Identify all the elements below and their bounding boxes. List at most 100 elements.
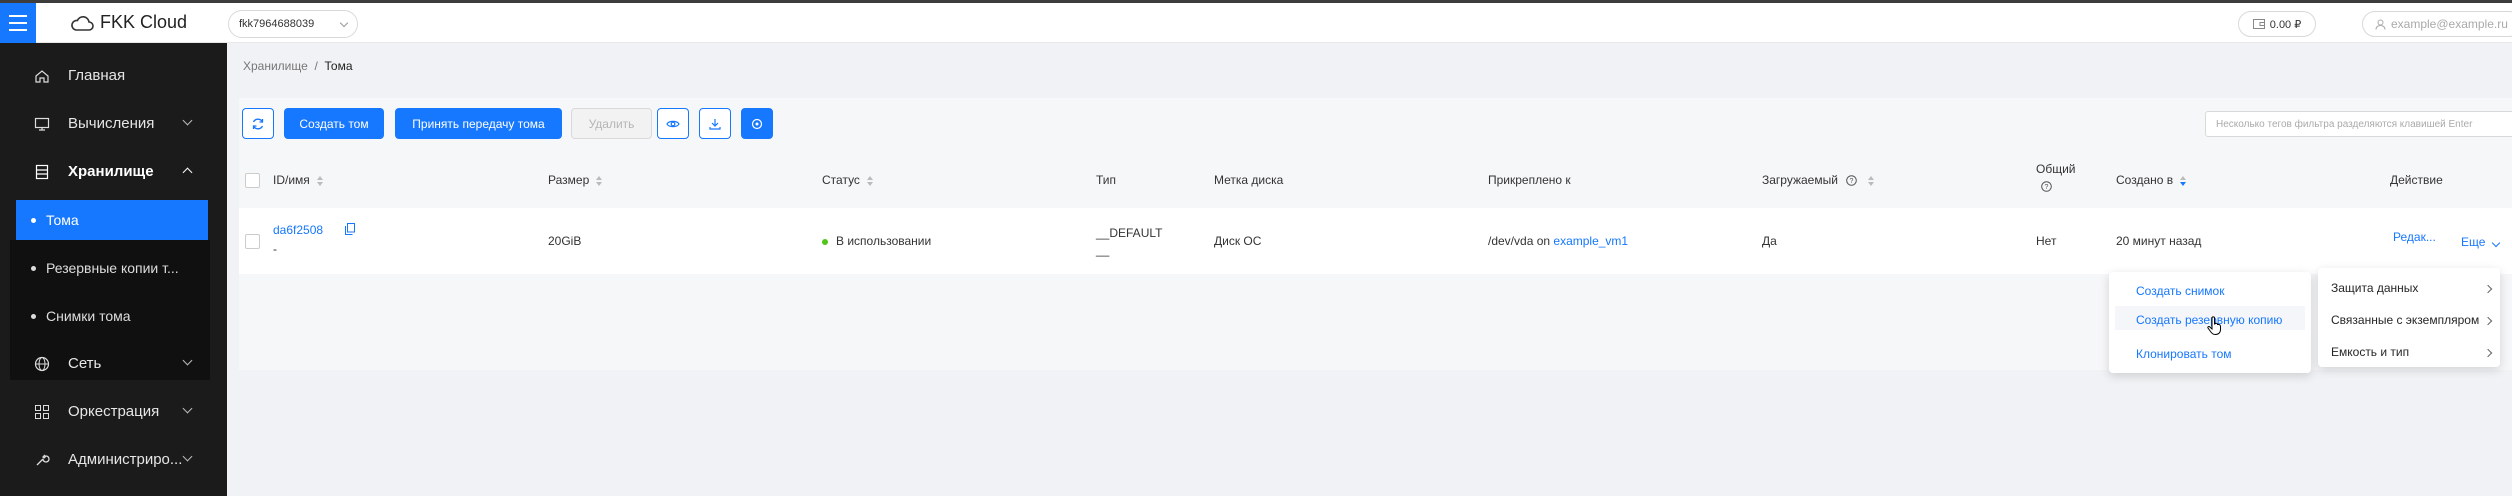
edit-link[interactable]: Редак...	[2393, 230, 2436, 244]
sidebar-item-storage[interactable]: Хранилище	[0, 150, 227, 194]
sidebar: Главная Вычисления Хранилище Тома Резерв…	[0, 43, 227, 496]
menu-item-create-snapshot[interactable]: Создать снимок	[2136, 284, 2224, 298]
logo[interactable]: FKK Cloud	[70, 12, 187, 33]
menu-toggle-icon[interactable]	[0, 3, 36, 43]
column-header-status-label: Статус	[822, 173, 860, 187]
refresh-button[interactable]	[242, 108, 274, 139]
sidebar-subitem-label: Тома	[46, 212, 79, 228]
column-header-size-label: Размер	[548, 173, 590, 187]
select-all-checkbox[interactable]	[245, 173, 260, 188]
refresh-icon	[252, 118, 264, 129]
sidebar-subitem-label: Резервные копии т...	[46, 260, 179, 276]
project-name: fkk7964688039	[239, 18, 315, 30]
help-icon: ?	[2041, 181, 2052, 192]
copy-icon[interactable]	[345, 223, 355, 235]
sidebar-item-label: Сеть	[68, 355, 102, 372]
chevron-down-icon	[182, 355, 193, 366]
balance-button[interactable]: 0.00 ₽	[2238, 11, 2316, 37]
column-header-action: Действие	[2390, 173, 2443, 187]
column-header-id[interactable]: ID/имя	[273, 173, 323, 187]
volume-name: -	[273, 242, 277, 256]
sidebar-item-label: Оркестрация	[68, 403, 160, 420]
accept-transfer-button[interactable]: Принять передачу тома	[395, 108, 562, 139]
column-header-label: Метка диска	[1214, 173, 1284, 187]
chevron-down-icon	[182, 403, 193, 414]
more-dropdown[interactable]: Еще	[2461, 235, 2501, 249]
menu-item-label: Защита данных	[2331, 281, 2419, 295]
status-label: В использовании	[836, 234, 932, 248]
sidebar-item-home[interactable]: Главная	[0, 54, 227, 98]
user-menu[interactable]: example@example.ru	[2362, 11, 2512, 37]
column-header-bootable[interactable]: Загружаемый ?	[1762, 173, 1874, 187]
instance-link[interactable]: example_vm1	[1553, 234, 1628, 248]
eye-icon	[666, 120, 680, 127]
menu-item-instance-related[interactable]: Связанные с экземпляром	[2331, 313, 2479, 327]
wallet-icon	[2252, 19, 2265, 29]
sidebar-subitem-volumes[interactable]: Тома	[16, 200, 208, 240]
sidebar-subitem-label: Снимки тома	[46, 308, 131, 324]
project-selector[interactable]: fkk7964688039	[228, 10, 358, 38]
column-header-status[interactable]: Статус	[822, 173, 873, 187]
hand-cursor-icon	[2207, 316, 2221, 336]
sidebar-item-label: Администриро...	[68, 451, 183, 468]
home-icon	[35, 70, 49, 83]
column-header-created[interactable]: Создано в	[2116, 173, 2187, 187]
filter-input[interactable]: Несколько тегов фильтра разделяются клав…	[2205, 111, 2512, 137]
breadcrumb-parent[interactable]: Хранилище	[243, 59, 308, 73]
sort-icon	[596, 175, 603, 186]
top-bar: FKK Cloud fkk7964688039 0.00 ₽ example@e…	[0, 0, 2512, 43]
chevron-right-icon	[2483, 348, 2493, 358]
volume-bootable: Да	[1762, 234, 1777, 248]
column-header-type: Тип	[1096, 173, 1117, 187]
create-volume-button[interactable]: Создать том	[284, 108, 384, 139]
sidebar-subitem-backups[interactable]: Резервные копии т...	[16, 248, 208, 288]
column-header-id-label: ID/имя	[273, 173, 310, 187]
menu-item-clone-volume[interactable]: Клонировать том	[2136, 347, 2232, 361]
user-email: example@example.ru	[2391, 17, 2508, 31]
breadcrumb-current: Тома	[324, 59, 353, 73]
column-header-shared: Общий	[2036, 162, 2076, 176]
download-button[interactable]	[699, 108, 731, 139]
delete-button[interactable]: Удалить	[571, 108, 652, 139]
help-icon: ?	[1846, 175, 1858, 187]
sidebar-item-administration[interactable]: Администриро...	[0, 438, 227, 482]
user-icon	[2375, 19, 2386, 30]
bullet-icon	[31, 218, 36, 223]
chevron-down-icon	[339, 18, 349, 27]
volume-size: 20GiB	[548, 234, 582, 248]
sidebar-item-label: Главная	[68, 67, 126, 84]
row-checkbox[interactable]	[245, 234, 260, 249]
volume-attached: /dev/vda on example_vm1	[1488, 234, 1628, 248]
download-icon	[709, 118, 721, 130]
sidebar-item-orchestration[interactable]: Оркестрация	[0, 390, 227, 434]
volume-type-line2: __	[1096, 243, 1110, 257]
volume-shared: Нет	[2036, 234, 2057, 248]
sidebar-item-compute[interactable]: Вычисления	[0, 102, 227, 146]
volume-label: Диск ОС	[1214, 234, 1262, 248]
volume-id-link[interactable]: da6f2508	[273, 223, 323, 237]
monitor-icon	[34, 117, 50, 131]
globe-icon	[34, 356, 50, 372]
view-button[interactable]	[657, 108, 689, 139]
main-content: Хранилище / Тома Создать том Принять пер…	[227, 43, 2512, 496]
menu-item-label: Емкость и тип	[2331, 345, 2410, 359]
chevron-right-icon	[2483, 284, 2493, 294]
sidebar-item-network[interactable]: Сеть	[0, 342, 227, 386]
menu-item-data-protection[interactable]: Защита данных	[2331, 281, 2418, 295]
more-label: Еще	[2461, 235, 2486, 249]
cloud-logo-icon	[71, 15, 94, 31]
sort-icon	[1867, 175, 1874, 186]
volume-status: В использовании	[822, 234, 931, 248]
sidebar-item-label: Вычисления	[68, 115, 155, 132]
column-header-size[interactable]: Размер	[548, 173, 603, 187]
table-header: ID/имя Размер Статус Тип Метка диска При…	[239, 154, 2512, 207]
chevron-right-icon	[2483, 316, 2493, 326]
column-header-bootable-label: Загружаемый	[1762, 173, 1838, 187]
settings-button[interactable]	[741, 108, 773, 139]
wrench-icon	[36, 454, 50, 466]
svg-text:?: ?	[1850, 178, 1854, 185]
storage-icon	[35, 164, 49, 180]
table-row: da6f2508 - 20GiB В использовании __DEFAU…	[239, 208, 2512, 274]
sidebar-subitem-snapshots[interactable]: Снимки тома	[16, 296, 208, 336]
menu-item-capacity-type[interactable]: Емкость и тип	[2331, 345, 2409, 359]
